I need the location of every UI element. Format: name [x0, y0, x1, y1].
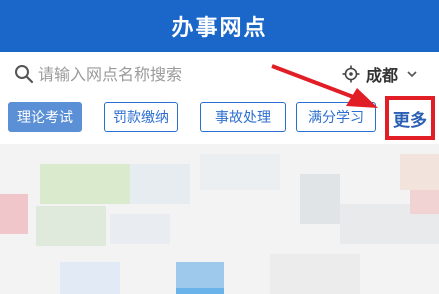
location-selector[interactable]: 成都 — [342, 60, 418, 88]
category-tabs: 理论考试 罚款缴纳 事故处理 满分学习 更多 — [0, 96, 439, 144]
search-icon[interactable] — [14, 64, 34, 84]
tab-theory-exam[interactable]: 理论考试 — [8, 102, 82, 132]
header-bar: 办事网点 — [0, 0, 439, 52]
page-title: 办事网点 — [171, 16, 268, 41]
more-button[interactable]: 更多 — [385, 96, 435, 140]
location-icon — [342, 65, 360, 83]
tab-fine-payment[interactable]: 罚款缴纳 — [104, 102, 178, 132]
chevron-down-icon — [407, 71, 417, 78]
location-city: 成都 — [366, 66, 399, 85]
search-input[interactable] — [38, 62, 298, 86]
blurred-content — [0, 144, 439, 294]
tab-accident-handling[interactable]: 事故处理 — [200, 102, 286, 132]
search-bar: 成都 — [0, 52, 439, 96]
tab-full-score-study[interactable]: 满分学习 — [296, 102, 376, 132]
